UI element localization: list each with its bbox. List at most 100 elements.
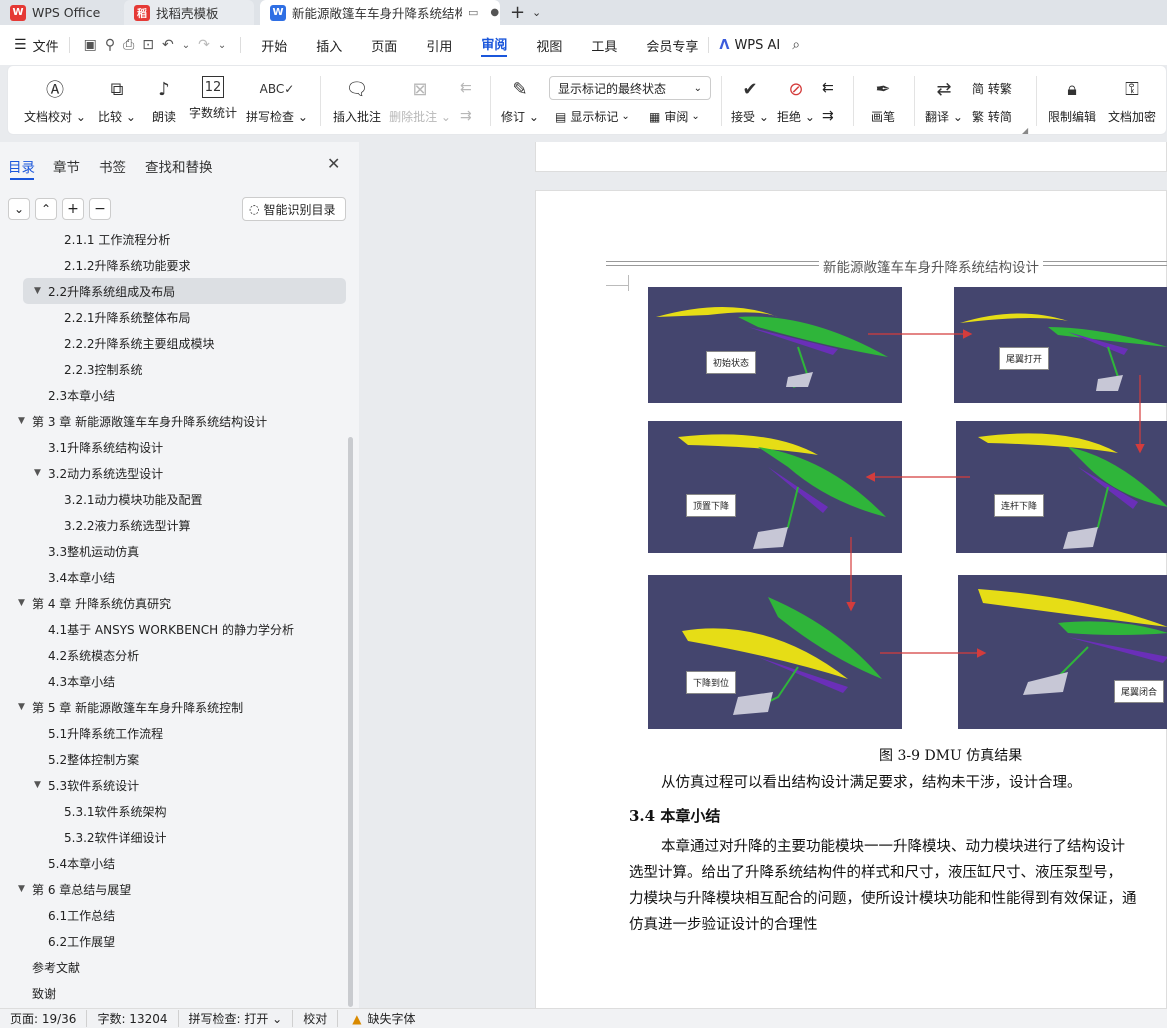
toc-item[interactable]: ▼ 第 3 章 新能源敞篷车车身升降系统结构设计 [0, 408, 346, 434]
save-icon[interactable]: ▣ [84, 37, 97, 53]
toc-item[interactable]: 3.2.2液力系统选型计算 [0, 512, 346, 538]
toc-item[interactable]: 2.2.1升降系统整体布局 [0, 304, 346, 330]
menu-page[interactable]: 页面 [371, 36, 397, 55]
smart-toc-button[interactable]: ◌ 智能识别目录 [242, 197, 346, 221]
menu-wps-ai[interactable]: WPS AI [734, 38, 780, 53]
collapse-down-icon[interactable]: ⌄ [8, 198, 30, 220]
menu-member[interactable]: 会员专享 [646, 36, 698, 55]
doc-encrypt-button[interactable]: ⚿ 文档加密 [1102, 66, 1162, 136]
print-preview-icon[interactable]: ⊡ [142, 37, 154, 53]
toc-item[interactable]: 5.3.1软件系统架构 [0, 798, 346, 824]
review-pane-button[interactable]: ▦ 审阅 ⌄ [649, 108, 700, 125]
prev-change-icon[interactable]: ⇇ [822, 80, 834, 96]
restrict-edit-button[interactable]: 🔒︎ 限制编辑 [1042, 66, 1102, 136]
tab-list-chevron-icon[interactable]: ⌄ [532, 6, 541, 19]
add-icon[interactable]: + [62, 198, 84, 220]
pen-button[interactable]: ✒ 画笔 [863, 66, 903, 136]
collapse-up-icon[interactable]: ⌃ [35, 198, 57, 220]
hamburger-icon[interactable]: ☰ [14, 37, 27, 53]
print-icon[interactable]: ⎙ [123, 37, 134, 53]
monitor-icon[interactable]: ▭ [468, 6, 478, 19]
toc-item[interactable]: 5.2整体控制方案 [0, 746, 346, 772]
toc-item[interactable]: ▼ 第 4 章 升降系统仿真研究 [0, 590, 346, 616]
compare-button[interactable]: ⧉ 比较 ⌄ [92, 66, 142, 136]
next-comment-icon[interactable]: ⇉ [460, 108, 472, 124]
remove-icon[interactable]: − [89, 198, 111, 220]
tab-wps-office[interactable]: W WPS Office [0, 0, 118, 25]
more-chevron-icon[interactable]: ⌄ [218, 40, 226, 51]
toc-item[interactable]: ▼ 第 5 章 新能源敞篷车车身升降系统控制 [0, 694, 346, 720]
undo-chevron-icon[interactable]: ⌄ [182, 40, 190, 51]
word-count-button[interactable]: 12 字数统计 [184, 66, 242, 136]
dialog-launcher-icon[interactable]: ◢ [1022, 126, 1028, 135]
expand-caret-icon[interactable]: ▼ [18, 416, 32, 426]
toc-item[interactable]: 4.1基于 ANSYS WORKBENCH 的静力学分析 [0, 616, 346, 642]
toc-item[interactable]: ▼ 3.2动力系统选型设计 [0, 460, 346, 486]
tab-toc[interactable]: 目录 [8, 156, 35, 176]
next-change-icon[interactable]: ⇉ [822, 108, 834, 124]
insert-comment-button[interactable]: 🗨 插入批注 [330, 66, 384, 136]
toc-item[interactable]: 2.2.3控制系统 [0, 356, 346, 382]
tab-sections[interactable]: 章节 [53, 156, 80, 176]
search-icon[interactable]: ⌕ [792, 37, 800, 53]
redo-icon[interactable]: ↷ [198, 37, 210, 53]
toc-item[interactable]: 3.3整机运动仿真 [0, 538, 346, 564]
translate-button[interactable]: ⇄ 翻译 ⌄ [920, 66, 968, 136]
toc-item[interactable]: ▼ 第 6 章总结与展望 [0, 876, 346, 902]
toc-item[interactable]: 5.1升降系统工作流程 [0, 720, 346, 746]
new-tab-icon[interactable]: + [510, 2, 525, 23]
expand-caret-icon[interactable]: ▼ [34, 468, 48, 478]
toc-item[interactable]: 6.2工作展望 [0, 928, 346, 954]
prev-comment-icon[interactable]: ⇇ [460, 80, 472, 96]
toc-item[interactable]: 4.2系统模态分析 [0, 642, 346, 668]
missing-font-indicator[interactable]: 缺失字体 [361, 1010, 415, 1027]
close-icon[interactable]: ✕ [327, 154, 340, 173]
tab-template[interactable]: 稻 找稻壳模板 [124, 0, 254, 25]
tab-bookmarks[interactable]: 书签 [99, 156, 126, 176]
menu-home[interactable]: 开始 [261, 36, 287, 55]
spell-check-button[interactable]: ABC✓ 拼写检查 ⌄ [245, 66, 309, 136]
delete-comment-button[interactable]: ⊠ 删除批注 ⌄ [389, 66, 451, 136]
word-count-indicator[interactable]: 字数: 13204 [87, 1010, 179, 1027]
expand-caret-icon[interactable]: ▼ [18, 884, 32, 894]
undo-icon[interactable]: ↶ [162, 37, 174, 53]
toc-item[interactable]: 4.3本章小结 [0, 668, 346, 694]
expand-caret-icon[interactable]: ▼ [18, 702, 32, 712]
toc-item[interactable]: 3.2.1动力模块功能及配置 [0, 486, 346, 512]
toc-item[interactable]: ▼ 5.3软件系统设计 [0, 772, 346, 798]
reject-button[interactable]: ⊘ 拒绝 ⌄ [774, 66, 818, 136]
toc-item[interactable]: 5.3.2软件详细设计 [0, 824, 346, 850]
menu-insert[interactable]: 插入 [316, 36, 342, 55]
accept-button[interactable]: ✔ 接受 ⌄ [728, 66, 772, 136]
toc-item[interactable]: 2.1.1 工作流程分析 [0, 232, 346, 252]
toc-item[interactable]: 2.1.2升降系统功能要求 [0, 252, 346, 278]
markup-select[interactable]: 显示标记的最终状态 ⌄ [549, 76, 711, 100]
menu-tools[interactable]: 工具 [591, 36, 617, 55]
expand-caret-icon[interactable]: ▼ [34, 780, 48, 790]
tab-document[interactable]: W 新能源敞篷车车身升降系统结构设计 毕 ▭ ● [260, 0, 500, 25]
toc-item[interactable]: 6.1工作总结 [0, 902, 346, 928]
to-simplified-button[interactable]: 简 转繁 [972, 80, 1012, 97]
track-changes-button[interactable]: ✎ 修订 ⌄ [498, 66, 542, 136]
toc-item[interactable]: 致谢 [0, 980, 346, 1006]
tab-find-replace[interactable]: 查找和替换 [145, 156, 213, 176]
menu-view[interactable]: 视图 [536, 36, 562, 55]
to-traditional-button[interactable]: 繁 转简 [972, 108, 1012, 125]
toc-item[interactable]: 3.1升降系统结构设计 [0, 434, 346, 460]
toc-item[interactable]: 参考文献 [0, 954, 346, 980]
spell-check-indicator[interactable]: 拼写检查: 打开 ⌄ [179, 1010, 294, 1027]
toc-item[interactable]: 2.2.2升降系统主要组成模块 [0, 330, 346, 356]
menu-file[interactable]: 文件 [33, 36, 59, 55]
doc-check-button[interactable]: Ⓐ 文档校对 ⌄ [20, 66, 90, 136]
read-aloud-button[interactable]: ♪ 朗读 [144, 66, 184, 136]
expand-caret-icon[interactable]: ▼ [34, 286, 48, 296]
page-indicator[interactable]: 页面: 19/36 [0, 1010, 88, 1027]
show-markup-button[interactable]: ▤ 显示标记 ⌄ [555, 108, 630, 125]
export-icon[interactable]: ⚲ [105, 37, 115, 53]
toc-item[interactable]: 3.4本章小结 [0, 564, 346, 590]
toc-item[interactable]: ▼ 2.2升降系统组成及布局 [23, 278, 346, 304]
proofread-indicator[interactable]: 校对 [293, 1010, 339, 1027]
menu-review[interactable]: 审阅 [481, 34, 508, 57]
toc-item[interactable]: 2.3本章小结 [0, 382, 346, 408]
expand-caret-icon[interactable]: ▼ [18, 598, 32, 608]
